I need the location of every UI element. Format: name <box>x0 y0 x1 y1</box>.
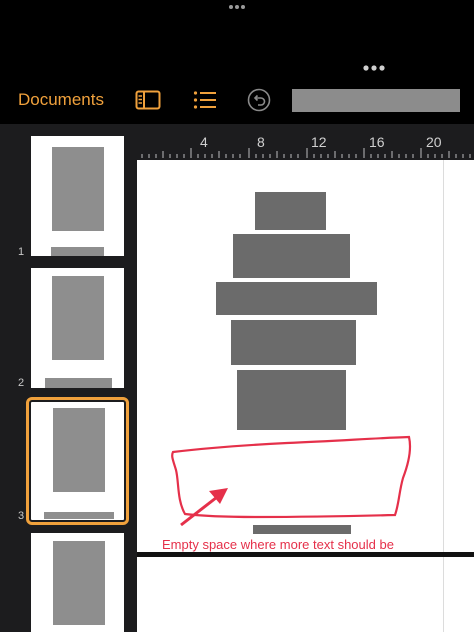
thumbnail-image-placeholder <box>53 541 105 625</box>
document-title-redacted <box>292 89 460 112</box>
thumbnail-text-placeholder <box>44 512 114 519</box>
page-thumbnail-2[interactable] <box>31 268 124 388</box>
sidebar-toggle-button[interactable] <box>134 88 162 112</box>
thumbnail-text-placeholder <box>51 247 104 256</box>
horizontal-ruler[interactable]: 4 8 12 16 20 <box>137 124 474 160</box>
ruler-label: 16 <box>369 134 385 150</box>
document-canvas[interactable]: Empty space where more text should be <box>137 160 474 632</box>
arrow-icon <box>180 488 228 527</box>
list-icon <box>193 91 216 109</box>
sidebar-icon <box>135 90 161 110</box>
page-number: 1 <box>18 246 25 258</box>
undo-button[interactable] <box>246 87 272 113</box>
annotation-overlay <box>171 435 412 527</box>
ruler-label: 12 <box>311 134 327 150</box>
page-number: 3 <box>18 510 25 522</box>
page-number: 2 <box>18 377 25 389</box>
thumbnail-text-placeholder <box>45 378 112 388</box>
thumbnail-image-placeholder <box>52 276 104 360</box>
page-thumbnail-4[interactable] <box>31 533 124 632</box>
page-thumbnail-1[interactable] <box>31 136 124 256</box>
undo-icon <box>247 88 271 112</box>
ruler-label: 4 <box>200 134 208 150</box>
ruler-label: 8 <box>257 134 265 150</box>
list-view-button[interactable] <box>192 88 218 112</box>
page-thumbnail-3-selected[interactable] <box>26 397 129 525</box>
ruler-ticks <box>141 148 471 158</box>
page-bottom-rule <box>137 552 474 557</box>
thumbnail-image-placeholder <box>52 147 104 231</box>
documents-button[interactable]: Documents <box>18 88 104 112</box>
more-icon[interactable] <box>362 63 386 73</box>
thumbnail-image-placeholder <box>53 408 105 492</box>
annotation-text: Empty space where more text should be <box>162 537 394 552</box>
ruler-label: 20 <box>426 134 442 150</box>
multitasking-dots-icon[interactable] <box>227 3 247 11</box>
page-thumbnails-sidebar: 1 2 3 <box>0 124 137 632</box>
